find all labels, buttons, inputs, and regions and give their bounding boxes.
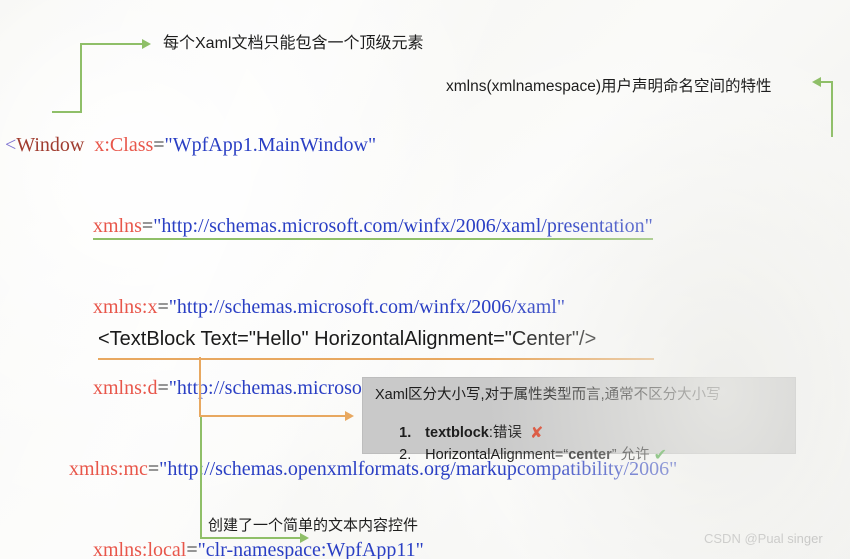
- orange-bracket-horizontal: [199, 415, 345, 417]
- code-line-textblock: <TextBlock Text="Hello" HorizontalAlignm…: [98, 328, 597, 350]
- code-line-xmlns-presentation: xmlns="http://schemas.microsoft.com/winf…: [0, 213, 850, 240]
- callout-item-2-number: 2.: [399, 447, 412, 463]
- green-bracket-top-left-horizontal: [80, 43, 142, 45]
- code-token: xmlns:mc: [69, 458, 148, 480]
- code-segment-group-xmlns-x: xmlns:x="http://schemas.microsoft.com/wi…: [93, 296, 565, 318]
- code-token: =: [147, 458, 160, 480]
- code-segment-group-window-open: <Window x:Class="WpfApp1.MainWindow": [5, 134, 376, 156]
- check-icon: ✔: [653, 447, 668, 464]
- slide-canvas: 每个Xaml文档只能包含一个顶级元素 xmlns(xmlnamespace)用户…: [0, 0, 850, 559]
- orange-arrow-to-callout: [345, 411, 354, 421]
- code-token: xmlns: [93, 215, 142, 237]
- code-token: <: [5, 134, 17, 156]
- code-token: =: [186, 539, 198, 559]
- orange-underline-textblock: [98, 358, 654, 360]
- code-token: Window: [16, 134, 85, 156]
- code-line-xmlns-x: xmlns:x="http://schemas.microsoft.com/wi…: [0, 294, 850, 321]
- callout-box: Xaml区分大小写,对于属性类型而言,通常不区分大小写 1. textblock:…: [362, 377, 796, 464]
- annotation-bottom-line-1: 创建了一个简单的文本内容控件: [208, 517, 419, 534]
- code-token: =: [153, 134, 165, 156]
- code-segment-group-xmlns-presentation: xmlns="http://schemas.microsoft.com/winf…: [93, 215, 653, 240]
- watermark: CSDN @Pual singer: [704, 531, 823, 546]
- green-arrow-top-left: [142, 39, 151, 49]
- green-bracket-bottom-vertical: [200, 417, 202, 538]
- callout-item-2-pre: HorizontalAlignment=“: [425, 447, 569, 463]
- code-token: xmlns:local: [93, 539, 187, 559]
- callout-item-2-code: center: [568, 447, 612, 463]
- code-token: "WpfApp1.MainWindow": [164, 134, 377, 156]
- callout-heading: Xaml区分大小写,对于属性类型而言,通常不区分大小写: [375, 387, 721, 403]
- code-token: x:Class: [94, 134, 154, 156]
- annotation-bottom: 创建了一个简单的文本内容控件 1.Text: 元素的文本属性 2. Horizo…: [208, 468, 528, 559]
- callout-item-2-post: ” 允许: [611, 447, 650, 463]
- code-token: xmlns:x: [93, 296, 158, 318]
- code-token: =: [157, 296, 169, 318]
- orange-bracket-vertical: [199, 357, 201, 417]
- code-token: =: [157, 377, 169, 399]
- code-token: "http://schemas.microsoft.com/winfx/2006…: [153, 215, 653, 237]
- code-line-window-open: <Window x:Class="WpfApp1.MainWindow": [0, 132, 850, 159]
- annotation-top: 每个Xaml文档只能包含一个顶级元素: [163, 35, 424, 52]
- code-token: =: [141, 215, 154, 237]
- code-token: xmlns:d: [93, 377, 158, 399]
- code-token: "http://schemas.microsoft.com/winfx/2006…: [168, 296, 566, 318]
